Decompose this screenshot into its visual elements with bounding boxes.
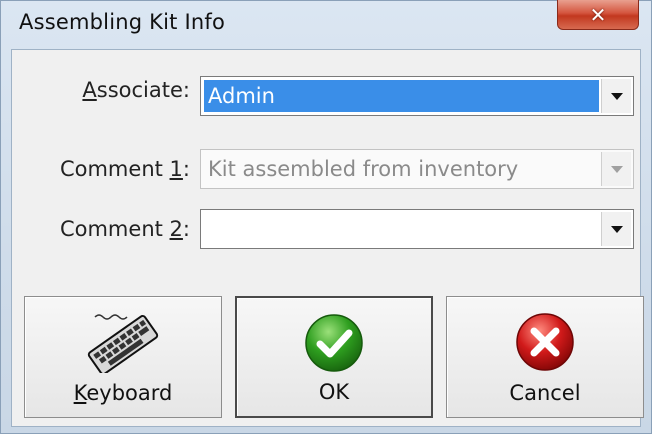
comment1-value: Kit assembled from inventory — [208, 157, 519, 181]
close-button[interactable]: ✕ — [557, 0, 639, 30]
dialog-body: Associate: Admin Comment 1: Kit assemble… — [11, 49, 644, 427]
comment2-label: Comment 2: — [59, 217, 190, 241]
chevron-down-icon — [610, 225, 623, 233]
cancel-button[interactable]: Cancel — [446, 296, 644, 418]
check-icon — [303, 312, 365, 378]
associate-label: Associate: — [82, 78, 190, 102]
ok-button[interactable]: OK — [235, 296, 433, 418]
comment2-combobox[interactable] — [200, 209, 634, 249]
dialog-window: Assembling Kit Info ✕ Associate: Admin C… — [0, 0, 652, 434]
associate-combobox[interactable]: Admin — [200, 76, 634, 116]
cancel-x-icon — [514, 311, 576, 377]
keyboard-icon — [85, 311, 161, 377]
ok-button-label: OK — [318, 380, 350, 404]
cancel-button-label: Cancel — [509, 381, 581, 405]
comment2-value[interactable] — [204, 213, 599, 245]
comment2-dropdown-button[interactable] — [601, 212, 631, 246]
keyboard-button[interactable]: Keyboard — [24, 296, 222, 418]
window-title: Assembling Kit Info — [19, 10, 225, 34]
chevron-down-icon — [610, 92, 623, 100]
associate-dropdown-button[interactable] — [601, 79, 631, 113]
close-icon: ✕ — [589, 2, 607, 27]
comment1-combobox: Kit assembled from inventory — [200, 149, 634, 189]
chevron-down-icon — [610, 165, 623, 173]
comment1-dropdown-button — [601, 152, 631, 186]
associate-value: Admin — [204, 80, 599, 112]
keyboard-button-label: Keyboard — [73, 381, 173, 405]
comment1-label: Comment 1: — [59, 157, 190, 181]
